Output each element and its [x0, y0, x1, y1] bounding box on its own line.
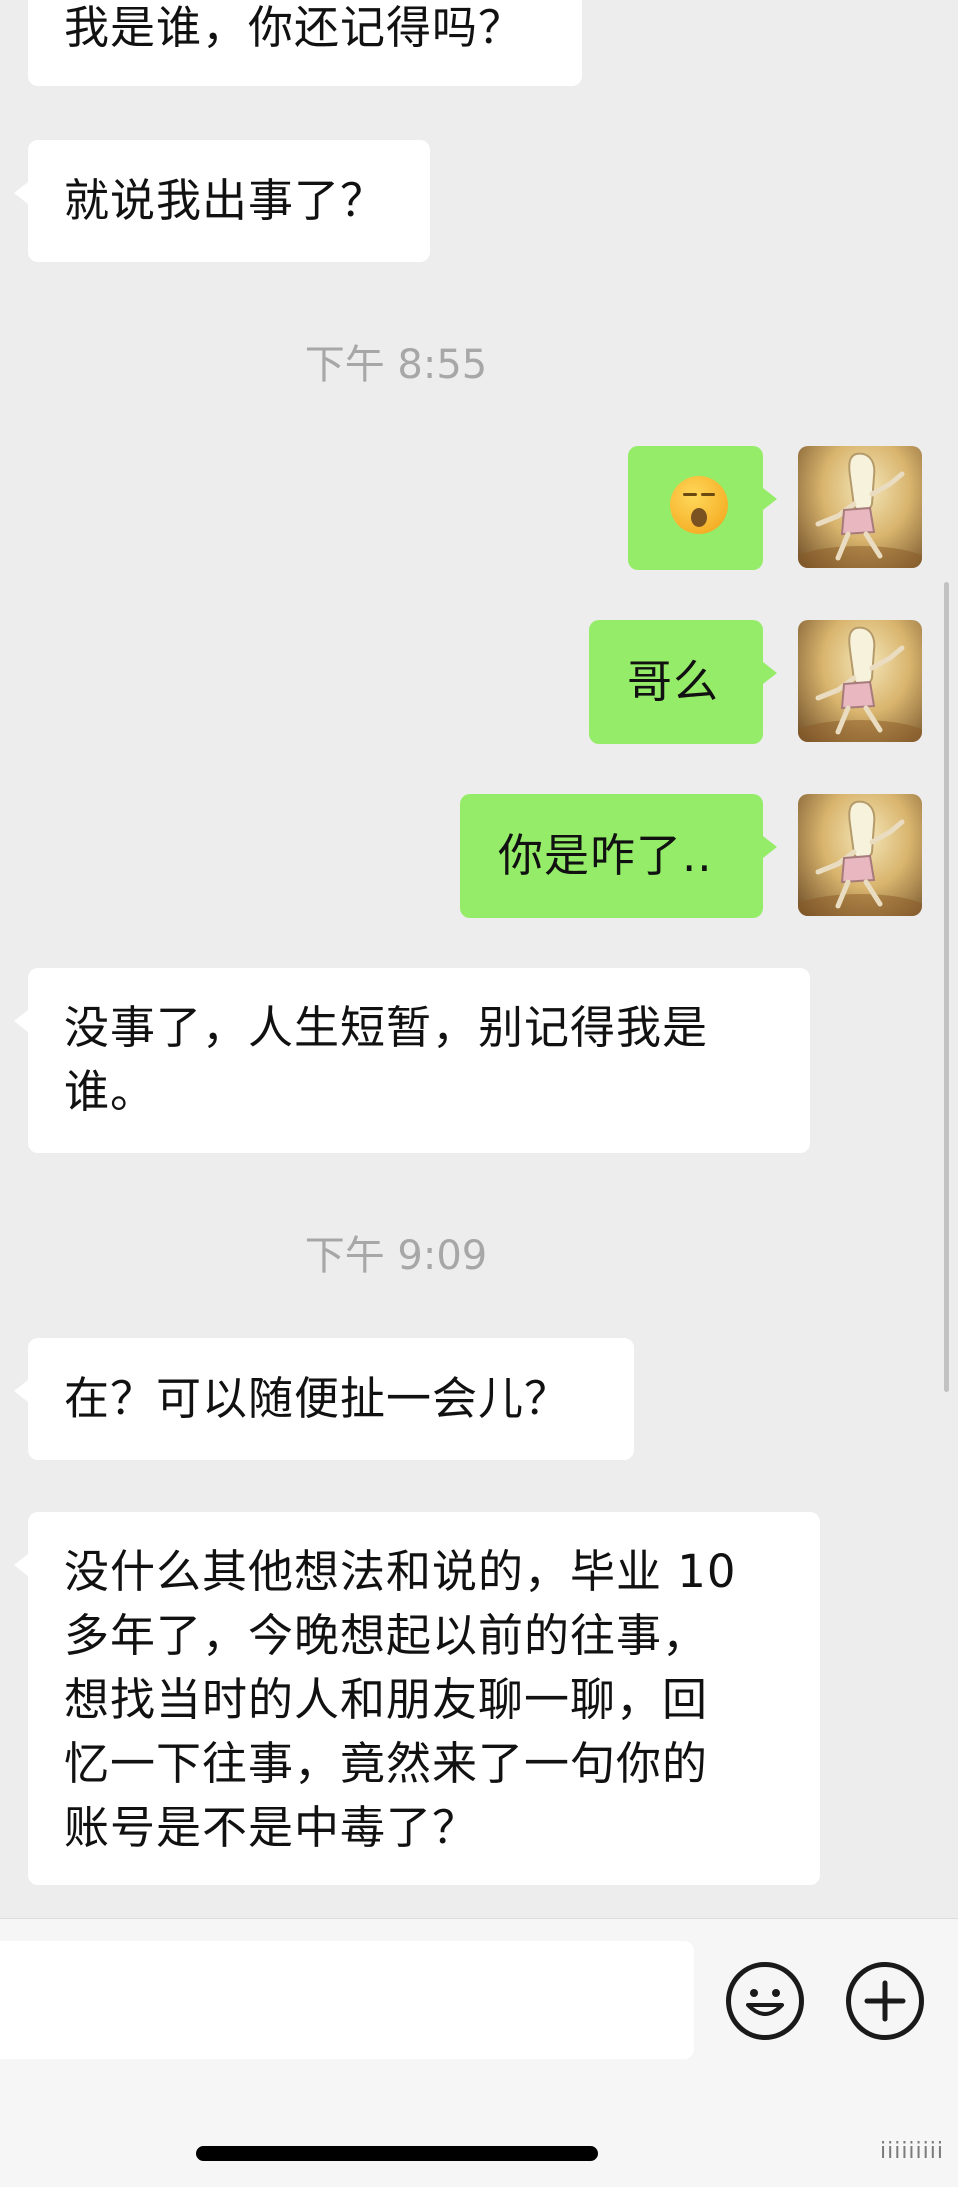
bubble-tail [763, 488, 777, 510]
bubble-tail [14, 1010, 28, 1032]
message-text: 就说我出事了？ [64, 174, 387, 227]
outgoing-message[interactable] [628, 446, 777, 570]
emoji-brow [701, 493, 715, 496]
incoming-message[interactable]: 在？可以随便扯一会儿？ [14, 1338, 634, 1460]
bubble-tail [14, 1554, 28, 1576]
home-indicator[interactable] [196, 2146, 598, 2161]
message-text-line: 多年了，今晚想起以前的往事， [64, 1609, 709, 1662]
timestamp: 下午 8:55 [304, 342, 488, 388]
message-text: 在？可以随便扯一会儿？ [64, 1372, 571, 1425]
incoming-message[interactable]: 没什么其他想法和说的，毕业 10 多年了，今晚想起以前的往事， 想找当时的人和朋… [14, 1512, 820, 1885]
message-text-line: 没什么其他想法和说的，毕业 10 [64, 1545, 737, 1598]
outgoing-message[interactable]: 你是咋了.. [460, 794, 777, 918]
plus-icon [864, 1980, 906, 2022]
bubble-tail [14, 182, 28, 204]
emoji-mouth [691, 508, 707, 527]
outgoing-message[interactable]: 哥么 [589, 620, 777, 744]
bubble-tail [14, 1380, 28, 1402]
face-with-open-mouth-emoji-icon [670, 476, 728, 534]
input-bar: iiiiiiiii [0, 1918, 958, 2187]
bubble-tail [763, 836, 777, 858]
incoming-message[interactable]: 就说我出事了？ [14, 140, 430, 262]
smiley-icon [746, 1989, 784, 2016]
watermark: iiiiiiiii [879, 2139, 944, 2164]
scrollbar[interactable] [944, 582, 949, 1392]
message-text: 哥么 [627, 655, 720, 708]
message-input[interactable] [0, 1941, 694, 2059]
emoji-brow [683, 493, 697, 496]
incoming-message[interactable]: 我是谁，你还记得吗？ [28, 0, 582, 86]
message-text-line: 没事了，人生短暂，别记得我是 [64, 1001, 709, 1054]
avatar[interactable] [798, 620, 922, 742]
message-text: 你是咋了.. [498, 829, 713, 882]
avatar[interactable] [798, 794, 922, 916]
timestamp: 下午 9:09 [304, 1233, 488, 1279]
bubble-tail [763, 662, 777, 684]
incoming-message[interactable]: 没事了，人生短暂，别记得我是 谁。 [14, 968, 810, 1153]
avatar[interactable] [798, 446, 922, 568]
chat-area[interactable]: 我是谁，你还记得吗？ 就说我出事了？ 下午 8:55 哥么 你是咋了.. 没事了… [0, 0, 958, 1918]
dancing-figure-avatar-image [798, 452, 922, 568]
message-text: 我是谁，你还记得吗？ [64, 1, 525, 54]
more-button[interactable] [846, 1962, 924, 2040]
message-text-line: 账号是不是中毒了？ [64, 1801, 479, 1854]
dancing-figure-avatar-image [798, 626, 922, 742]
emoji-button[interactable] [726, 1962, 804, 2040]
message-text-line: 忆一下往事，竟然来了一句你的 [64, 1737, 709, 1790]
message-text-line: 想找当时的人和朋友聊一聊，回 [64, 1673, 709, 1726]
dancing-figure-avatar-image [798, 800, 922, 916]
message-text-line: 谁。 [64, 1065, 157, 1118]
